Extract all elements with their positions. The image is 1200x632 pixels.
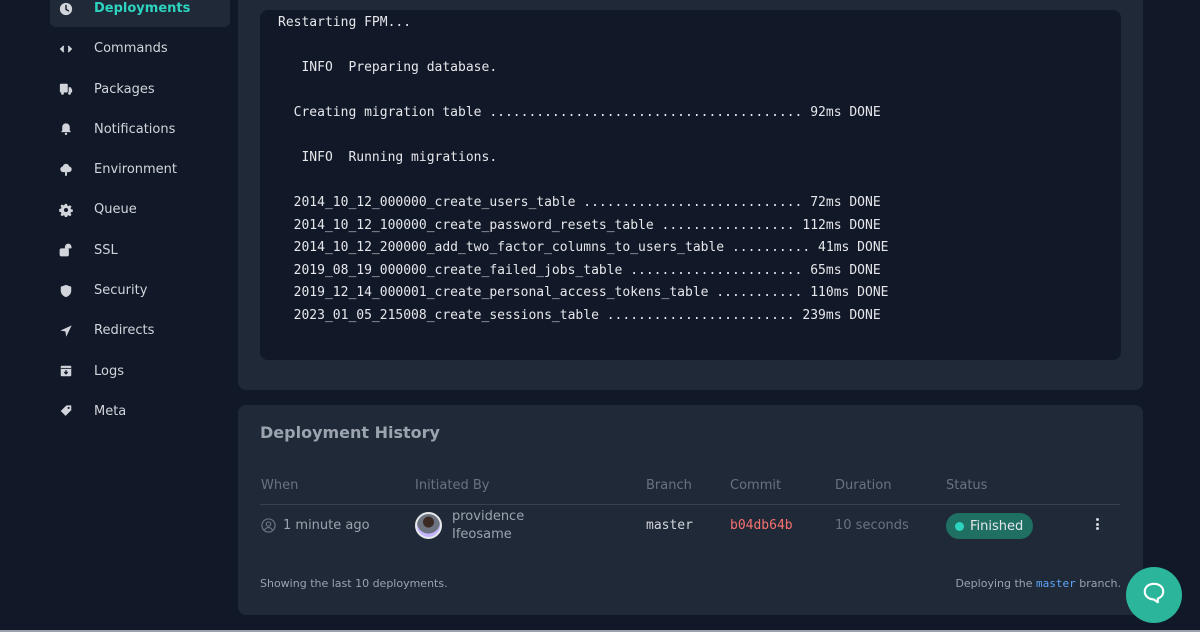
deploying-branch-suffix: branch. — [1079, 577, 1121, 590]
log-line: 2014_10_12_000000_create_users_table ...… — [278, 195, 881, 210]
sidebar-item-label: Meta — [94, 403, 127, 419]
log-line: Restarting FPM... — [278, 15, 412, 30]
sidebar-item-label: Notifications — [94, 121, 176, 137]
log-line: 2019_12_14_000001_create_personal_access… — [278, 285, 889, 300]
sidebar-item-environment[interactable]: Environment — [50, 151, 230, 188]
sidebar-item-label: Security — [94, 283, 148, 299]
sidebar-item-commands[interactable]: Commands — [50, 30, 230, 67]
sidebar-item-logs[interactable]: Logs — [50, 353, 230, 390]
code-icon — [58, 41, 74, 57]
sidebar: Deployments Commands Packages Notifications… — [50, 0, 230, 433]
column-header-initiated-by: Initiated By — [415, 478, 490, 493]
deploying-branch-note: Deploying the master branch. — [955, 577, 1121, 590]
deployment-branch: master — [646, 518, 693, 533]
log-line: 2014_10_12_100000_create_password_resets… — [278, 217, 881, 233]
log-line: INFO Preparing database. — [278, 60, 498, 75]
deployment-output-card: Restarting FPM... INFO Preparing databas… — [238, 0, 1143, 390]
status-dot-icon — [955, 521, 964, 531]
tree-icon — [58, 162, 74, 178]
deployment-history-card: Deployment History When Initiated By Bra… — [238, 405, 1143, 615]
sidebar-item-ssl[interactable]: SSL — [50, 232, 230, 269]
unlock-icon — [58, 242, 74, 258]
column-header-commit: Commit — [730, 478, 782, 493]
commit-link[interactable]: b04db64b — [730, 518, 793, 533]
shield-icon — [58, 283, 74, 299]
history-title: Deployment History — [260, 423, 440, 442]
sidebar-item-redirects[interactable]: Redirects — [50, 312, 230, 349]
sidebar-item-label: SSL — [94, 242, 118, 258]
history-footer-note: Showing the last 10 deployments. — [260, 577, 448, 590]
truck-icon — [58, 81, 74, 97]
sidebar-item-queue[interactable]: Queue — [50, 191, 230, 228]
row-actions-menu-icon[interactable] — [1092, 516, 1102, 532]
sidebar-item-label: Queue — [94, 202, 137, 218]
tag-icon — [58, 403, 74, 419]
sidebar-item-meta[interactable]: Meta — [50, 393, 230, 430]
log-line: 2023_01_05_215008_create_sessions_table … — [278, 307, 881, 323]
avatar — [415, 512, 442, 539]
user-circle-icon — [261, 518, 276, 533]
column-header-branch: Branch — [646, 478, 692, 493]
sidebar-item-security[interactable]: Security — [50, 272, 230, 309]
sidebar-item-label: Packages — [94, 81, 155, 97]
initiator-last-name: Ifeosame — [452, 527, 512, 542]
log-line: INFO Running migrations. — [278, 150, 498, 165]
initiator-first-name: providence — [452, 509, 525, 524]
sidebar-item-deployments[interactable]: Deployments — [50, 0, 230, 27]
location-arrow-icon — [58, 323, 74, 339]
deployment-output-log: Restarting FPM... INFO Preparing databas… — [260, 10, 1121, 329]
log-line: 2014_10_12_200000_add_two_factor_columns… — [278, 240, 889, 255]
gear-icon — [58, 202, 74, 218]
archive-icon — [58, 363, 74, 379]
log-line: Creating migration table ...............… — [278, 105, 881, 120]
sidebar-item-packages[interactable]: Packages — [50, 71, 230, 108]
column-header-when: When — [261, 478, 299, 493]
deployment-duration: 10 seconds — [835, 518, 909, 533]
sidebar-item-label: Logs — [94, 363, 124, 379]
deployment-output-terminal: Restarting FPM... INFO Preparing databas… — [260, 10, 1121, 360]
sidebar-item-label: Environment — [94, 162, 178, 178]
table-header-divider — [260, 504, 1120, 505]
clock-icon — [58, 1, 74, 17]
log-line: 2019_08_19_000000_create_failed_jobs_tab… — [278, 262, 881, 278]
sidebar-item-label: Redirects — [94, 323, 155, 339]
sidebar-item-notifications[interactable]: Notifications — [50, 111, 230, 148]
chat-support-button[interactable] — [1126, 567, 1182, 623]
column-header-status: Status — [946, 478, 988, 493]
deployment-when: 1 minute ago — [283, 518, 370, 533]
sidebar-item-label: Deployments — [94, 1, 191, 16]
deploying-branch-name: master — [1036, 577, 1076, 590]
status-badge: Finished — [946, 513, 1034, 539]
deploying-branch-prefix: Deploying the — [955, 577, 1033, 590]
chat-bubble-icon — [1141, 580, 1167, 610]
status-label: Finished — [970, 518, 1024, 534]
sidebar-item-label: Commands — [94, 41, 168, 57]
column-header-duration: Duration — [835, 478, 892, 493]
bell-icon — [58, 121, 74, 137]
